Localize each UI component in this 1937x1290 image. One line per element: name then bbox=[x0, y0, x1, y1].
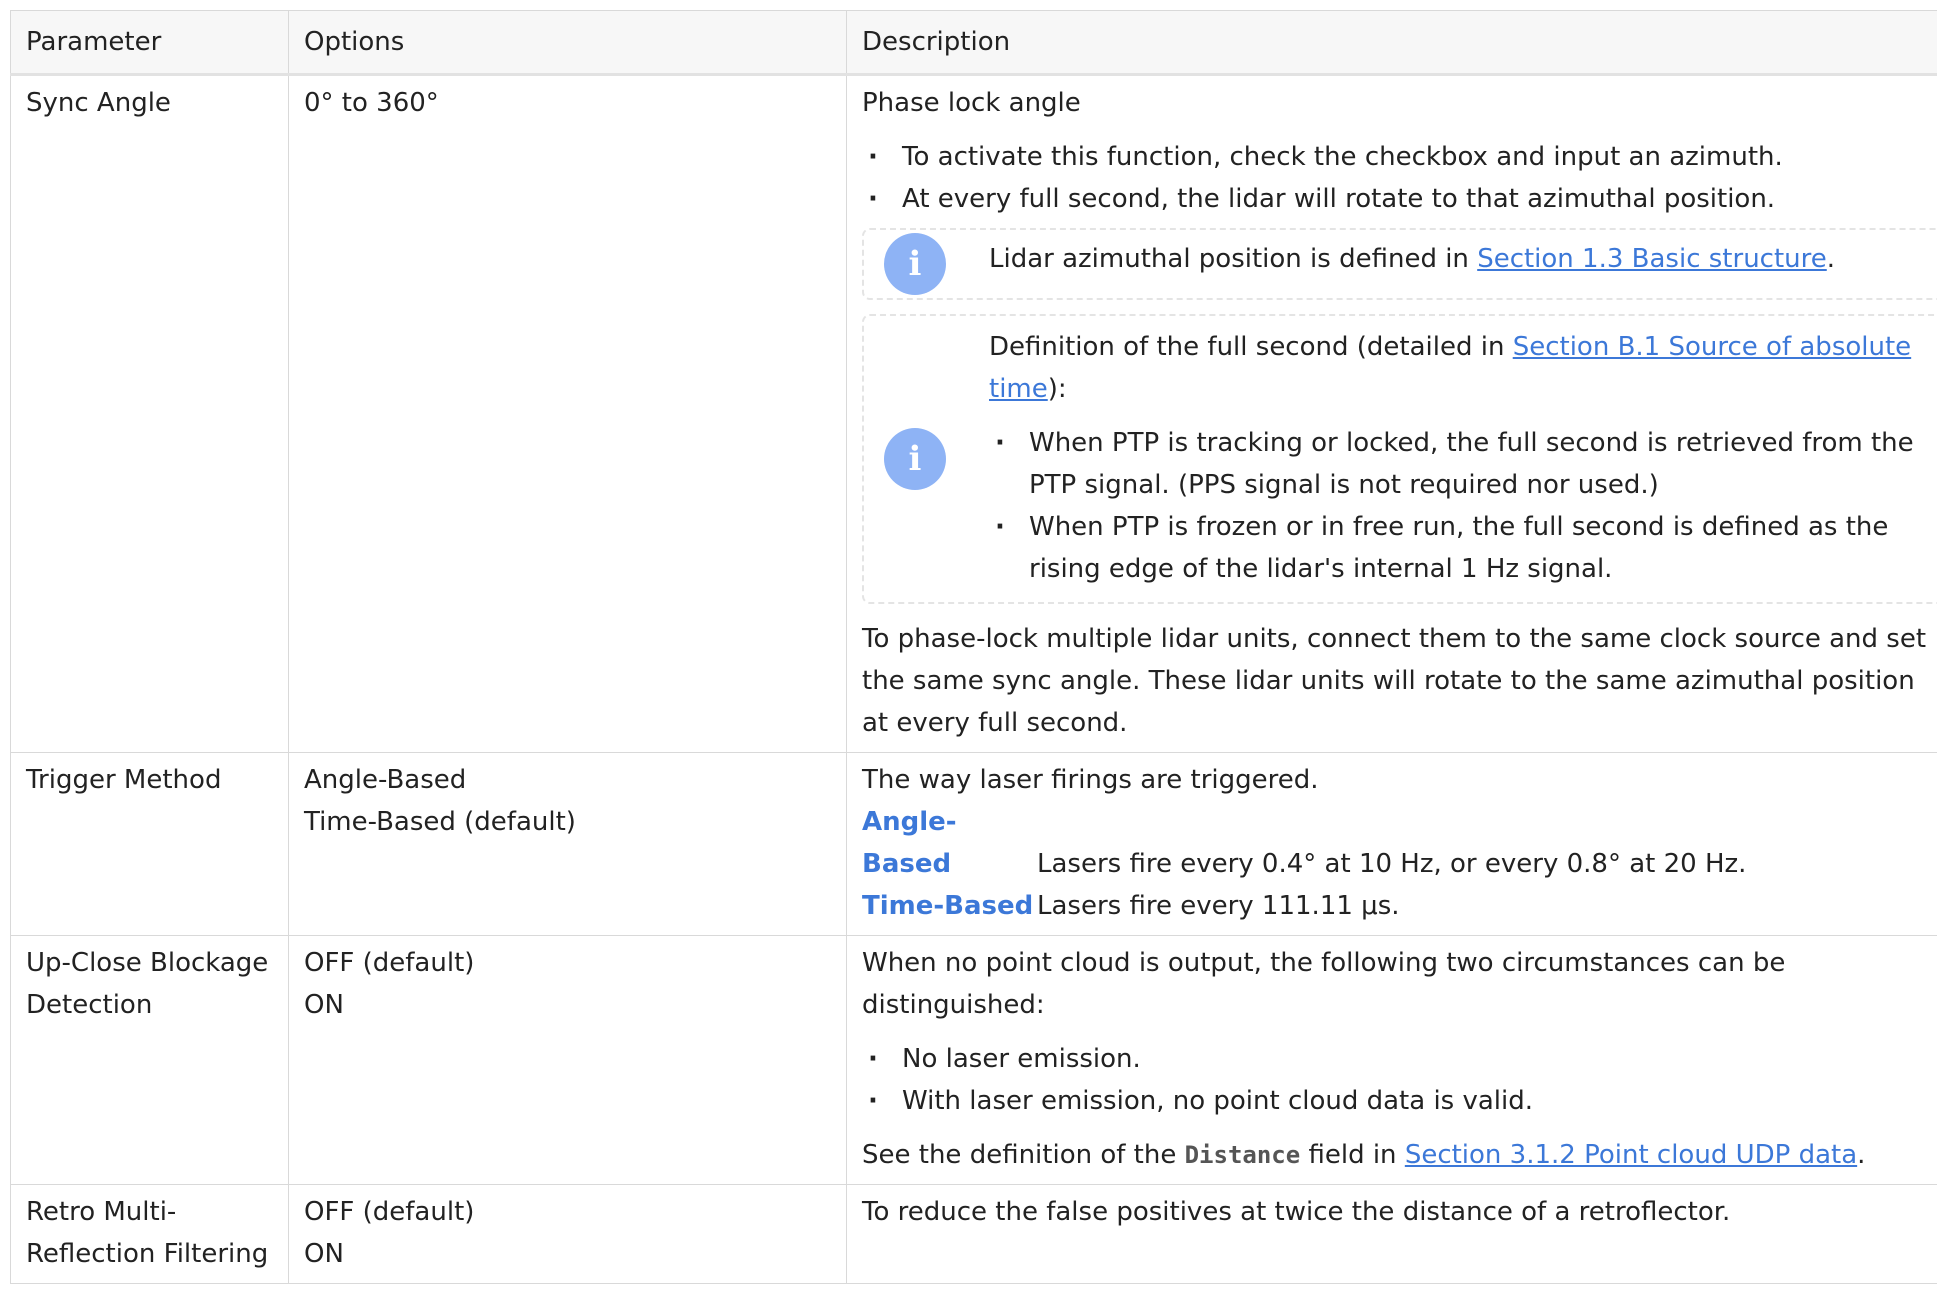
param-cell: Retro Multi-Reflection Filtering bbox=[10, 1184, 289, 1284]
bullet-list: To activate this function, check the che… bbox=[862, 136, 1937, 220]
list-item: To activate this function, check the che… bbox=[862, 136, 1937, 178]
description-lead: When no point cloud is output, the follo… bbox=[862, 948, 1786, 1020]
definition-term: Time-Based bbox=[862, 891, 1034, 921]
description-lead: To reduce the false positives at twice t… bbox=[862, 1197, 1731, 1227]
list-item: At every full second, the lidar will rot… bbox=[862, 178, 1937, 220]
description-lead: Phase lock angle bbox=[862, 88, 1081, 118]
table-row-retro-filtering: Retro Multi-Reflection Filtering OFF (de… bbox=[10, 1184, 1937, 1284]
table-row-sync-angle: Sync Angle 0° to 360° Phase lock angle T… bbox=[10, 74, 1937, 753]
note-bullet-list: When PTP is tracking or locked, the full… bbox=[989, 422, 1937, 590]
definition-term: Angle-Based bbox=[862, 807, 957, 879]
note-text-suffix: ): bbox=[1047, 374, 1067, 404]
list-item: When PTP is frozen or in free run, the f… bbox=[989, 506, 1937, 590]
option-value: ON bbox=[304, 990, 344, 1020]
definition-text: Lasers fire every 111.11 μs. bbox=[1037, 891, 1400, 921]
description-lead: The way laser firings are triggered. bbox=[862, 765, 1319, 795]
list-item: No laser emission. bbox=[862, 1038, 1937, 1080]
description-cell: To reduce the false positives at twice t… bbox=[846, 1184, 1937, 1284]
param-cell: Trigger Method bbox=[10, 752, 289, 936]
option-value: Angle-Based bbox=[304, 765, 467, 795]
info-icon: i bbox=[884, 233, 946, 295]
info-icon: i bbox=[884, 428, 946, 490]
header-options: Options bbox=[288, 10, 847, 76]
header-description: Description bbox=[846, 10, 1937, 76]
option-value: OFF (default) bbox=[304, 948, 475, 978]
section-link[interactable]: Section 3.1.2 Point cloud UDP data bbox=[1405, 1140, 1857, 1170]
table-row-blockage-detection: Up-Close Blockage Detection OFF (default… bbox=[10, 935, 1937, 1185]
header-parameter: Parameter bbox=[10, 10, 289, 76]
bullet-list: No laser emission. With laser emission, … bbox=[862, 1038, 1937, 1122]
see-prefix: See the definition of the bbox=[862, 1140, 1185, 1170]
section-link[interactable]: Section 1.3 Basic structure bbox=[1477, 244, 1827, 274]
info-note: i Lidar azimuthal position is defined in… bbox=[862, 228, 1937, 300]
note-text-prefix: Definition of the full second (detailed … bbox=[989, 332, 1513, 362]
description-cell: Phase lock angle To activate this functi… bbox=[846, 74, 1937, 753]
definition-text: Lasers fire every 0.4° at 10 Hz, or ever… bbox=[1037, 849, 1747, 879]
description-cell: When no point cloud is output, the follo… bbox=[846, 935, 1937, 1185]
list-item: When PTP is tracking or locked, the full… bbox=[989, 422, 1937, 506]
info-note: i Definition of the full second (detaile… bbox=[862, 314, 1937, 604]
table-header-row: Parameter Options Description bbox=[10, 10, 1937, 76]
see-reference: See the definition of the Distance field… bbox=[862, 1134, 1937, 1176]
note-text: Definition of the full second (detailed … bbox=[989, 326, 1937, 410]
param-cell: Up-Close Blockage Detection bbox=[10, 935, 289, 1185]
see-middle: field in bbox=[1300, 1140, 1405, 1170]
field-code: Distance bbox=[1184, 1141, 1301, 1169]
option-value: OFF (default) bbox=[304, 1197, 475, 1227]
note-text-prefix: Lidar azimuthal position is defined in bbox=[989, 244, 1478, 274]
list-item: With laser emission, no point cloud data… bbox=[862, 1080, 1937, 1122]
see-suffix: . bbox=[1857, 1140, 1866, 1170]
definition-item: Time-Based Lasers fire every 111.11 μs. bbox=[862, 885, 1937, 927]
options-cell: 0° to 360° bbox=[288, 74, 847, 753]
options-cell: OFF (default) ON bbox=[288, 935, 847, 1185]
description-cell: The way laser firings are triggered. Ang… bbox=[846, 752, 1937, 936]
table-row-trigger-method: Trigger Method Angle-Based Time-Based (d… bbox=[10, 752, 1937, 936]
option-value: 0° to 360° bbox=[304, 88, 439, 118]
definition-item: Angle-Based Lasers fire every 0.4° at 10 … bbox=[862, 801, 1937, 885]
parameter-table: Parameter Options Description Sync Angle… bbox=[10, 10, 1937, 1284]
param-cell: Sync Angle bbox=[10, 74, 289, 753]
note-text-suffix: . bbox=[1826, 244, 1836, 274]
note-text: Lidar azimuthal position is defined in S… bbox=[989, 238, 1937, 280]
options-cell: Angle-Based Time-Based (default) bbox=[288, 752, 847, 936]
description-closing: To phase-lock multiple lidar units, conn… bbox=[862, 624, 1927, 738]
options-cell: OFF (default) ON bbox=[288, 1184, 847, 1284]
option-value: Time-Based (default) bbox=[304, 807, 576, 837]
option-value: ON bbox=[304, 1239, 344, 1269]
